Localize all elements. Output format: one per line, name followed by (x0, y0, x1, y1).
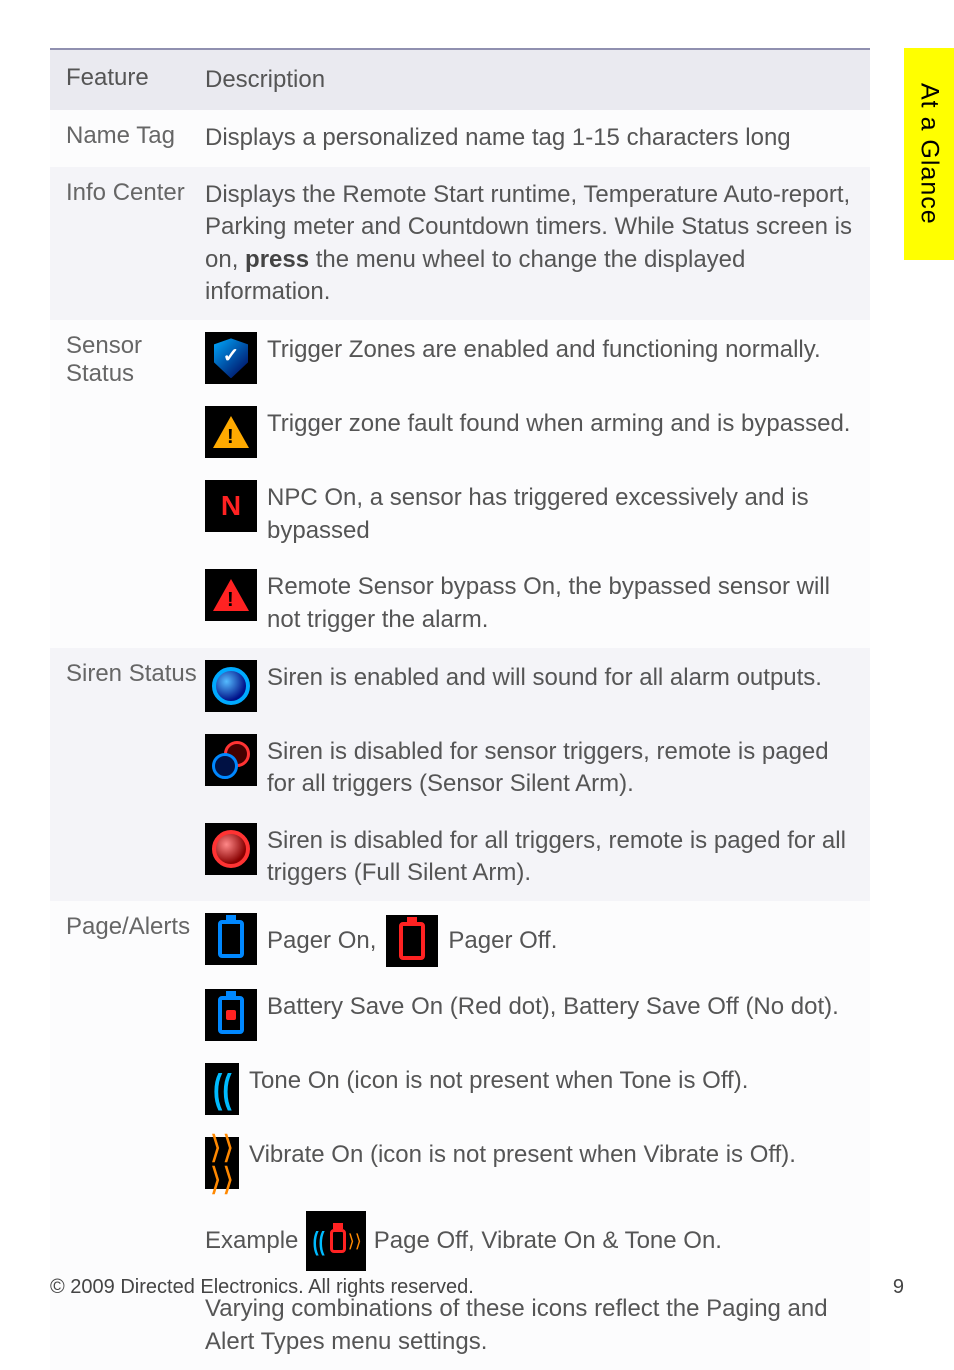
row-info-center: Info Center Displays the Remote Start ru… (50, 167, 870, 321)
example-label: Example (205, 1225, 298, 1257)
example-text: Page Off, Vibrate On & Tone On. (374, 1225, 722, 1257)
feature-label: Page/Alerts (50, 901, 205, 1370)
feature-label: Sensor Status (50, 320, 205, 648)
remote-sensor-bypass-icon (205, 569, 257, 621)
tone-on-icon: (( (205, 1063, 239, 1115)
row-siren-status: Siren Status Siren is enabled and will s… (50, 648, 870, 902)
vibrate-icon: ⟩⟩ (348, 1215, 362, 1267)
page-alerts-footer-text: Varying combinations of these icons refl… (205, 1293, 854, 1358)
siren-enabled-icon (205, 660, 257, 712)
page-number: 9 (893, 1276, 904, 1299)
copyright-text: © 2009 Directed Electronics. All rights … (50, 1276, 474, 1299)
trigger-zones-enabled-icon (205, 332, 257, 384)
feature-desc: Trigger Zones are enabled and functionin… (205, 320, 870, 648)
feature-table: Feature Description Name Tag Displays a … (50, 48, 870, 1370)
feature-desc: Displays a personalized name tag 1-15 ch… (205, 110, 870, 166)
bold-text: press (245, 246, 309, 273)
trigger-zone-fault-icon (205, 406, 257, 458)
siren-sensor-silent-icon (205, 734, 257, 786)
pager-off-icon (330, 1215, 346, 1267)
npc-on-icon: N (205, 480, 257, 532)
section-tab: At a Glance (904, 48, 954, 260)
row-name-tag: Name Tag Displays a personalized name ta… (50, 110, 870, 166)
feature-desc: Displays the Remote Start runtime, Tempe… (205, 167, 870, 321)
row-page-alerts: Page/Alerts Pager On, Pager Off. Battery… (50, 901, 870, 1370)
row-sensor-status: Sensor Status Trigger Zones are enabled … (50, 320, 870, 648)
header-description: Description (205, 50, 870, 110)
table-header-row: Feature Description (50, 48, 870, 110)
feature-desc: Pager On, Pager Off. Battery Save On (Re… (205, 901, 870, 1370)
header-feature: Feature (50, 50, 205, 110)
feature-label: Name Tag (50, 110, 205, 166)
page-footer: © 2009 Directed Electronics. All rights … (50, 1276, 904, 1299)
battery-save-icon (205, 989, 257, 1041)
pager-off-icon (386, 915, 438, 967)
siren-full-silent-icon (205, 823, 257, 875)
feature-label: Siren Status (50, 648, 205, 902)
vibrate-on-icon: ⟩⟩⟩⟩ (205, 1137, 239, 1189)
pager-on-icon (205, 913, 257, 965)
example-combo-icon: (( ⟩⟩ (306, 1211, 365, 1271)
tone-icon: (( (310, 1215, 327, 1267)
feature-desc: Siren is enabled and will sound for all … (205, 648, 870, 902)
section-tab-label: At a Glance (915, 83, 944, 225)
feature-label: Info Center (50, 167, 205, 321)
